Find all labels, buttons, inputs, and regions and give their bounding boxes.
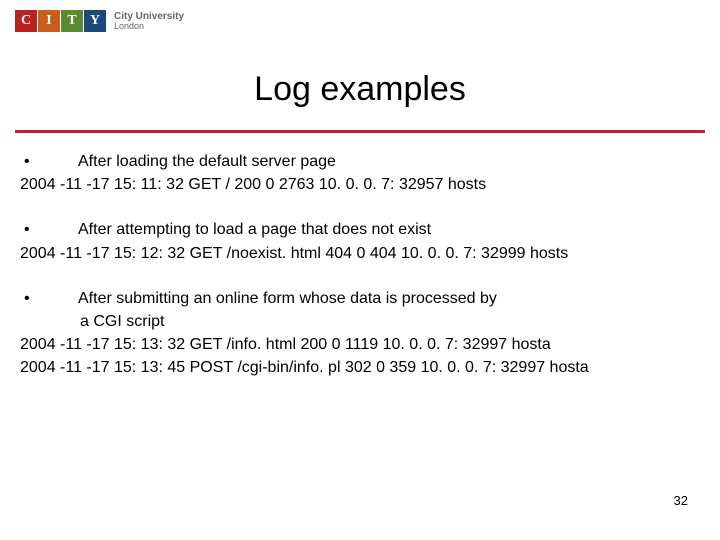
logo-text: City University London — [114, 11, 184, 32]
page-number: 32 — [674, 493, 688, 508]
logo-text-line1: City University — [114, 11, 184, 22]
logo-tiles: C I T Y — [15, 10, 106, 32]
bullet-lead: After loading the default server page — [78, 150, 700, 173]
bullet-lead: After submitting an online form whose da… — [78, 287, 700, 310]
bullet-block: After attempting to load a page that doe… — [20, 218, 700, 264]
log-line: 2004 -11 -17 15: 12: 32 GET /noexist. ht… — [20, 242, 700, 265]
log-line: 2004 -11 -17 15: 13: 32 GET /info. html … — [20, 333, 700, 356]
log-line: 2004 -11 -17 15: 11: 32 GET / 200 0 2763… — [20, 173, 700, 196]
bullet-lead-continuation: a CGI script — [20, 310, 700, 333]
university-logo: C I T Y City University London — [15, 10, 184, 32]
slide-body: After loading the default server page 20… — [20, 150, 700, 402]
logo-tile-i: I — [38, 10, 60, 32]
logo-tile-c: C — [15, 10, 37, 32]
logo-text-line2: London — [114, 22, 184, 32]
bullet-block: After submitting an online form whose da… — [20, 287, 700, 380]
bullet-icon — [20, 287, 78, 310]
slide-title: Log examples — [0, 70, 720, 109]
bullet-block: After loading the default server page 20… — [20, 150, 700, 196]
log-line: 2004 -11 -17 15: 13: 45 POST /cgi-bin/in… — [20, 356, 700, 379]
logo-tile-y: Y — [84, 10, 106, 32]
logo-tile-t: T — [61, 10, 83, 32]
bullet-icon — [20, 218, 78, 241]
bullet-icon — [20, 150, 78, 173]
bullet-lead: After attempting to load a page that doe… — [78, 218, 700, 241]
title-divider — [15, 130, 705, 133]
